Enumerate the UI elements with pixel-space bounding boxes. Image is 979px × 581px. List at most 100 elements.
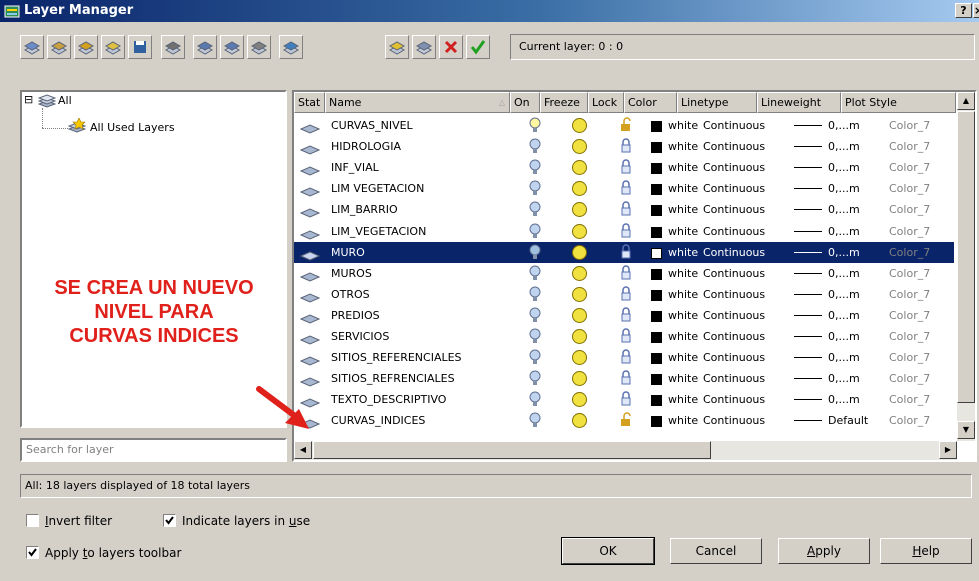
lightbulb-icon[interactable] [529,159,541,180]
color-swatch[interactable] [651,374,662,386]
sun-thaw-icon[interactable] [571,244,588,265]
title-bar[interactable]: Layer Manager ? × [0,0,979,22]
column-header-plot-style[interactable]: Plot Style [841,92,956,113]
layer-name[interactable]: INF_VIAL [331,157,379,178]
scroll-down-button[interactable]: ▼ [957,421,975,439]
layer-color[interactable]: white [668,284,698,305]
layer-name[interactable]: OTROS [331,284,370,305]
color-swatch[interactable] [651,142,662,154]
table-row[interactable]: LIM_BARRIO white Continuous 0,...m Color_7 [294,199,954,220]
column-header-lock[interactable]: Lock [588,92,624,113]
layer-color[interactable]: white [668,410,698,431]
lightbulb-icon[interactable] [529,180,541,201]
hscroll-thumb[interactable] [313,441,711,459]
match-button[interactable] [247,35,271,59]
color-swatch[interactable] [651,121,662,132]
audit-button[interactable] [279,35,303,59]
indicate-layers-box[interactable] [163,514,176,527]
layer-name[interactable]: LIM_VEGETACION [331,221,426,242]
sun-thaw-icon[interactable] [571,307,588,328]
scroll-left-button[interactable]: ◀ [294,441,312,459]
sun-thaw-icon[interactable] [571,265,588,286]
layer-color[interactable]: white [668,157,698,178]
lock-icon[interactable] [618,265,634,286]
layer-name[interactable]: MURO [331,242,365,263]
delete-layer-button[interactable] [439,35,463,59]
layer-lineweight[interactable]: 0,...m [828,115,860,136]
color-swatch[interactable] [651,268,662,280]
layer-color[interactable]: white [668,368,698,389]
lock-icon[interactable] [618,159,634,180]
sun-thaw-icon[interactable] [571,223,588,244]
layer-lineweight[interactable]: 0,...m [828,221,860,242]
table-row[interactable]: TEXTO_DESCRIPTIVO white Continuous 0,...m Co… [294,389,954,410]
column-header-name[interactable]: Name △ [325,92,510,113]
layer-linetype[interactable]: Continuous [703,263,765,284]
lock-icon[interactable] [618,243,634,265]
sun-thaw-icon[interactable] [571,370,588,391]
table-row[interactable]: PREDIOS white Continuous 0,...m Color_7 [294,305,954,326]
layer-lineweight[interactable]: 0,...m [828,157,860,178]
layer-name[interactable]: SITIOS_REFRENCIALES [331,368,455,389]
color-swatch[interactable] [651,184,662,196]
color-swatch[interactable] [651,205,662,217]
layer-linetype[interactable]: Continuous [703,347,765,368]
layer-color[interactable]: white [668,115,698,136]
column-header-lineweight[interactable]: Lineweight [757,92,841,113]
color-swatch[interactable] [651,247,662,259]
lock-icon[interactable] [618,370,634,391]
color-swatch[interactable] [651,353,662,365]
color-swatch[interactable] [651,226,662,238]
scroll-right-button[interactable]: ▶ [939,441,957,459]
layer-settings-button[interactable] [101,35,125,59]
sun-thaw-icon[interactable] [571,117,588,138]
layer-lineweight[interactable]: 0,...m [828,199,860,220]
layer-name[interactable]: CURVAS_INDICES [331,410,425,431]
table-row[interactable]: SERVICIOS white Continuous 0,...m Color_7 [294,326,954,347]
table-row[interactable]: OTROS white Continuous 0,...m Color_7 [294,284,954,305]
tree-item-all[interactable]: All [58,94,72,107]
layer-linetype[interactable]: Continuous [703,136,765,157]
layer-linetype[interactable]: Continuous [703,326,765,347]
layer-name[interactable]: PREDIOS [331,305,380,326]
table-row[interactable]: HIDROLOGIA white Continuous 0,...m Color_7 [294,136,954,157]
layer-lineweight[interactable]: 0,...m [828,389,860,410]
new-group-filter-button[interactable] [47,35,71,59]
layer-lineweight[interactable]: Default [828,410,868,431]
invert-filter-box[interactable] [26,514,39,527]
table-row[interactable]: SITIOS_REFRENCIALES white Continuous 0,...m… [294,368,954,389]
table-row[interactable]: CURVAS_NIVEL white Continuous 0,...m Color_7 [294,115,954,136]
lock-icon[interactable] [618,328,634,349]
layer-color[interactable]: white [668,347,698,368]
layer-linetype[interactable]: Continuous [703,410,765,431]
sun-thaw-icon[interactable] [571,412,588,433]
lightbulb-icon[interactable] [529,328,541,349]
layer-linetype[interactable]: Continuous [703,284,765,305]
layer-name[interactable]: SITIOS_REFERENCIALES [331,347,462,368]
table-row[interactable]: MUROS white Continuous 0,...m Color_7 [294,263,954,284]
table-row[interactable]: LIM VEGETACION white Continuous 0,...m Color… [294,178,954,199]
apply-to-layers-toolbar-checkbox[interactable]: Apply to layers toolbar [26,546,181,562]
layer-name[interactable]: HIDROLOGIA [331,136,401,157]
help-button[interactable]: Help [880,538,972,564]
table-row[interactable]: INF_VIAL white Continuous 0,...m Color_7 [294,157,954,178]
ok-button[interactable]: OK [561,537,655,565]
lightbulb-icon[interactable] [529,201,541,222]
layer-walk-button[interactable] [193,35,217,59]
column-header-color[interactable]: Color [624,92,677,113]
save-button[interactable] [128,35,152,59]
new-properties-filter-button[interactable] [20,35,44,59]
lightbulb-icon[interactable] [529,265,541,286]
layer-name[interactable]: SERVICIOS [331,326,389,347]
layer-linetype[interactable]: Continuous [703,178,765,199]
layer-lineweight[interactable]: 0,...m [828,263,860,284]
layer-name[interactable]: CURVAS_NIVEL [331,115,413,136]
layer-lineweight[interactable]: 0,...m [828,305,860,326]
layer-lineweight[interactable]: 0,...m [828,326,860,347]
color-swatch[interactable] [651,163,662,175]
indicate-layers-in-use-checkbox[interactable]: Indicate layers in use [163,514,310,530]
layer-name[interactable]: TEXTO_DESCRIPTIVO [331,389,446,410]
isolate-group-button[interactable] [161,35,185,59]
layer-linetype[interactable]: Continuous [703,242,765,263]
layer-linetype[interactable]: Continuous [703,157,765,178]
